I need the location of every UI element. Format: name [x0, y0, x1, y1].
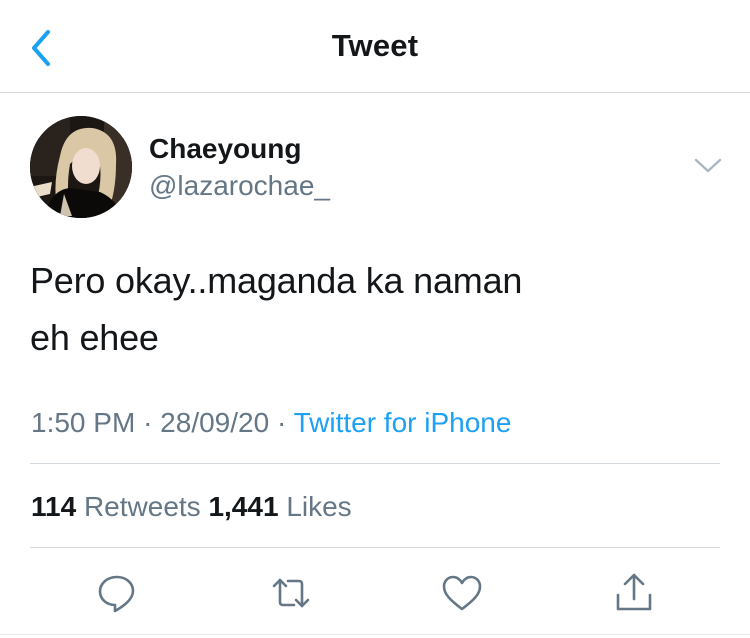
page-title: Tweet [331, 28, 419, 63]
retweets-stat[interactable]: 114 Retweets [31, 491, 208, 522]
engagement-stats: 114 Retweets 1,441 Likes [31, 491, 352, 523]
profile-photo-image [30, 116, 132, 218]
author-handle[interactable]: @lazarochae_ [149, 170, 330, 202]
divider [30, 547, 720, 548]
reply-icon [98, 575, 135, 613]
top-nav-bar: Tweet [0, 0, 750, 93]
author-display-name[interactable]: Chaeyoung [149, 133, 301, 165]
share-button[interactable] [612, 571, 656, 615]
likes-count: 1,441 [208, 491, 279, 522]
like-icon [442, 575, 482, 611]
retweet-button[interactable] [269, 571, 313, 615]
separator-dot: · [143, 407, 153, 438]
more-options-button[interactable] [692, 152, 724, 180]
avatar[interactable] [30, 116, 132, 218]
retweets-label: Retweets [83, 491, 201, 522]
likes-stat[interactable]: 1,441 Likes [208, 491, 351, 522]
retweets-count: 114 [31, 491, 77, 522]
divider [30, 463, 720, 464]
tweet-source-link[interactable]: Twitter for iPhone [294, 407, 512, 438]
likes-label: Likes [286, 491, 352, 522]
tweet-date: 28/09/20 [160, 407, 270, 438]
separator-dot: · [276, 407, 287, 438]
tweet-text: Pero okay..maganda ka naman eh ehee [30, 252, 690, 366]
retweet-icon [272, 578, 310, 608]
like-button[interactable] [440, 571, 484, 615]
tweet-time: 1:50 PM [31, 407, 136, 438]
share-icon [616, 573, 652, 611]
reply-button[interactable] [95, 571, 139, 615]
bottom-divider [0, 634, 750, 635]
tweet-metadata: 1:50 PM · 28/09/20 · Twitter for iPhone [31, 407, 511, 439]
chevron-down-icon [694, 158, 722, 173]
tweet-text-line: eh ehee [30, 317, 159, 358]
tweet-text-line: Pero okay..maganda ka naman [30, 260, 523, 301]
